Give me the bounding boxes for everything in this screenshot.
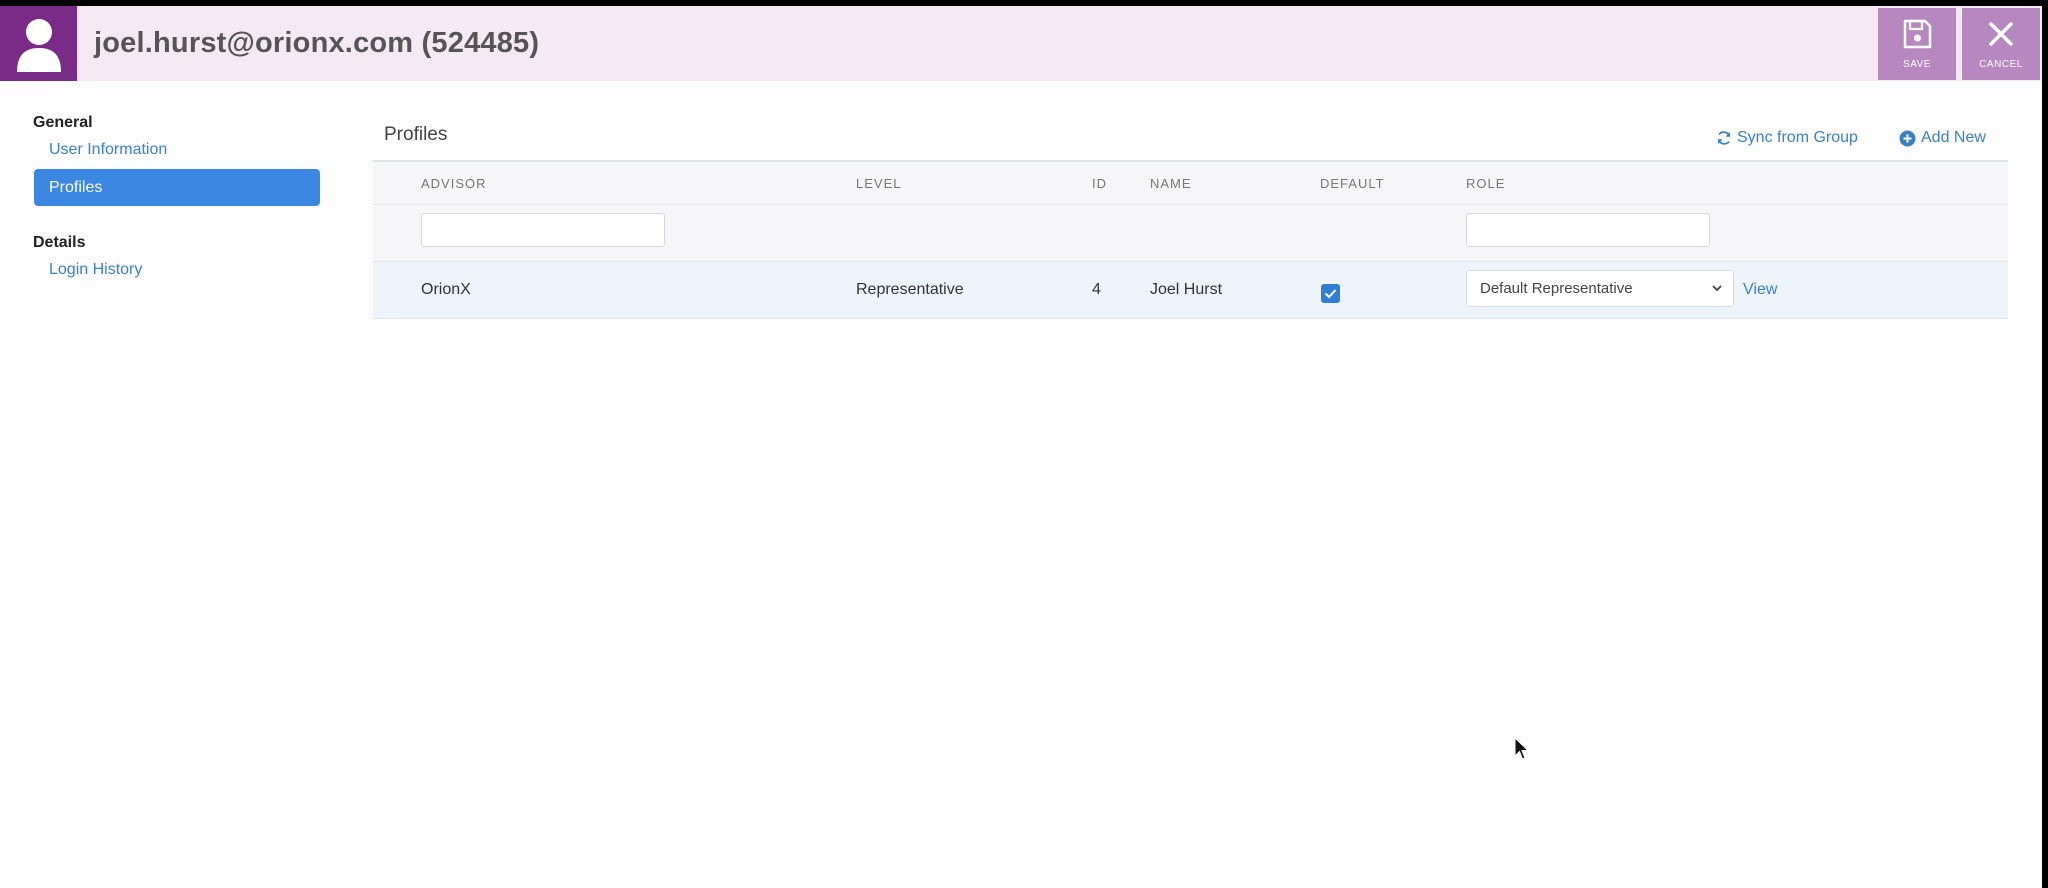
- profiles-table: ADVISOR LEVEL ID NAME DEFAULT ROLE Orion…: [373, 160, 2008, 319]
- avatar: [0, 6, 77, 81]
- add-new-button[interactable]: Add New: [1899, 129, 1986, 147]
- sync-icon: [1717, 131, 1731, 145]
- page-title: joel.hurst@orionx.com (524485): [94, 27, 540, 59]
- role-select[interactable]: Default Representative: [1466, 270, 1734, 307]
- mouse-cursor-icon: [1514, 737, 1530, 760]
- close-icon: [1988, 17, 2014, 51]
- user-icon: [16, 18, 61, 72]
- check-icon: [1324, 289, 1337, 299]
- section-title: Profiles: [384, 124, 448, 145]
- cancel-label: CANCEL: [1979, 59, 2023, 70]
- save-button[interactable]: SAVE: [1878, 8, 1956, 80]
- sync-label: Sync from Group: [1737, 129, 1858, 146]
- sidebar-section-general: General: [33, 114, 93, 131]
- sidebar-item-label: Profiles: [49, 178, 103, 196]
- column-header-level[interactable]: LEVEL: [856, 176, 901, 191]
- cell-level: Representative: [856, 281, 964, 298]
- column-header-name[interactable]: NAME: [1150, 176, 1192, 191]
- cell-advisor: OrionX: [421, 281, 471, 298]
- table-row[interactable]: OrionX Representative 4 Joel Hurst Defau…: [373, 261, 2008, 319]
- cancel-button[interactable]: CANCEL: [1962, 8, 2040, 80]
- save-label: SAVE: [1903, 59, 1931, 70]
- role-filter-input[interactable]: [1466, 213, 1710, 247]
- sidebar-nav: General User Information Profiles Detail…: [33, 114, 321, 279]
- cell-name: Joel Hurst: [1150, 281, 1223, 298]
- sidebar-item-login-history[interactable]: Login History: [33, 261, 321, 279]
- column-header-id[interactable]: ID: [1092, 176, 1107, 191]
- sidebar-item-profiles[interactable]: Profiles: [34, 169, 320, 206]
- save-icon: [1901, 17, 1933, 51]
- chevron-down-icon: [1712, 285, 1722, 292]
- sidebar-item-user-information[interactable]: User Information: [33, 141, 321, 159]
- header-bar: joel.hurst@orionx.com (524485) SAVE CANC…: [0, 6, 2042, 81]
- cell-id: 4: [1092, 281, 1101, 298]
- table-header: ADVISOR LEVEL ID NAME DEFAULT ROLE: [373, 160, 2008, 204]
- column-header-role[interactable]: ROLE: [1466, 176, 1505, 191]
- sync-from-group-button[interactable]: Sync from Group: [1716, 129, 1858, 147]
- advisor-filter-input[interactable]: [421, 213, 665, 247]
- filter-row: [373, 204, 2008, 261]
- plus-circle-icon: [1899, 130, 1916, 146]
- default-checkbox[interactable]: [1321, 284, 1340, 303]
- column-header-advisor[interactable]: ADVISOR: [421, 176, 487, 191]
- user-editor-window: joel.hurst@orionx.com (524485) SAVE CANC…: [0, 6, 2042, 888]
- role-select-value: Default Representative: [1480, 280, 1633, 297]
- sidebar-section-details: Details: [33, 234, 86, 251]
- view-link[interactable]: View: [1743, 281, 1777, 299]
- column-header-default[interactable]: DEFAULT: [1320, 176, 1385, 191]
- add-new-label: Add New: [1921, 129, 1986, 146]
